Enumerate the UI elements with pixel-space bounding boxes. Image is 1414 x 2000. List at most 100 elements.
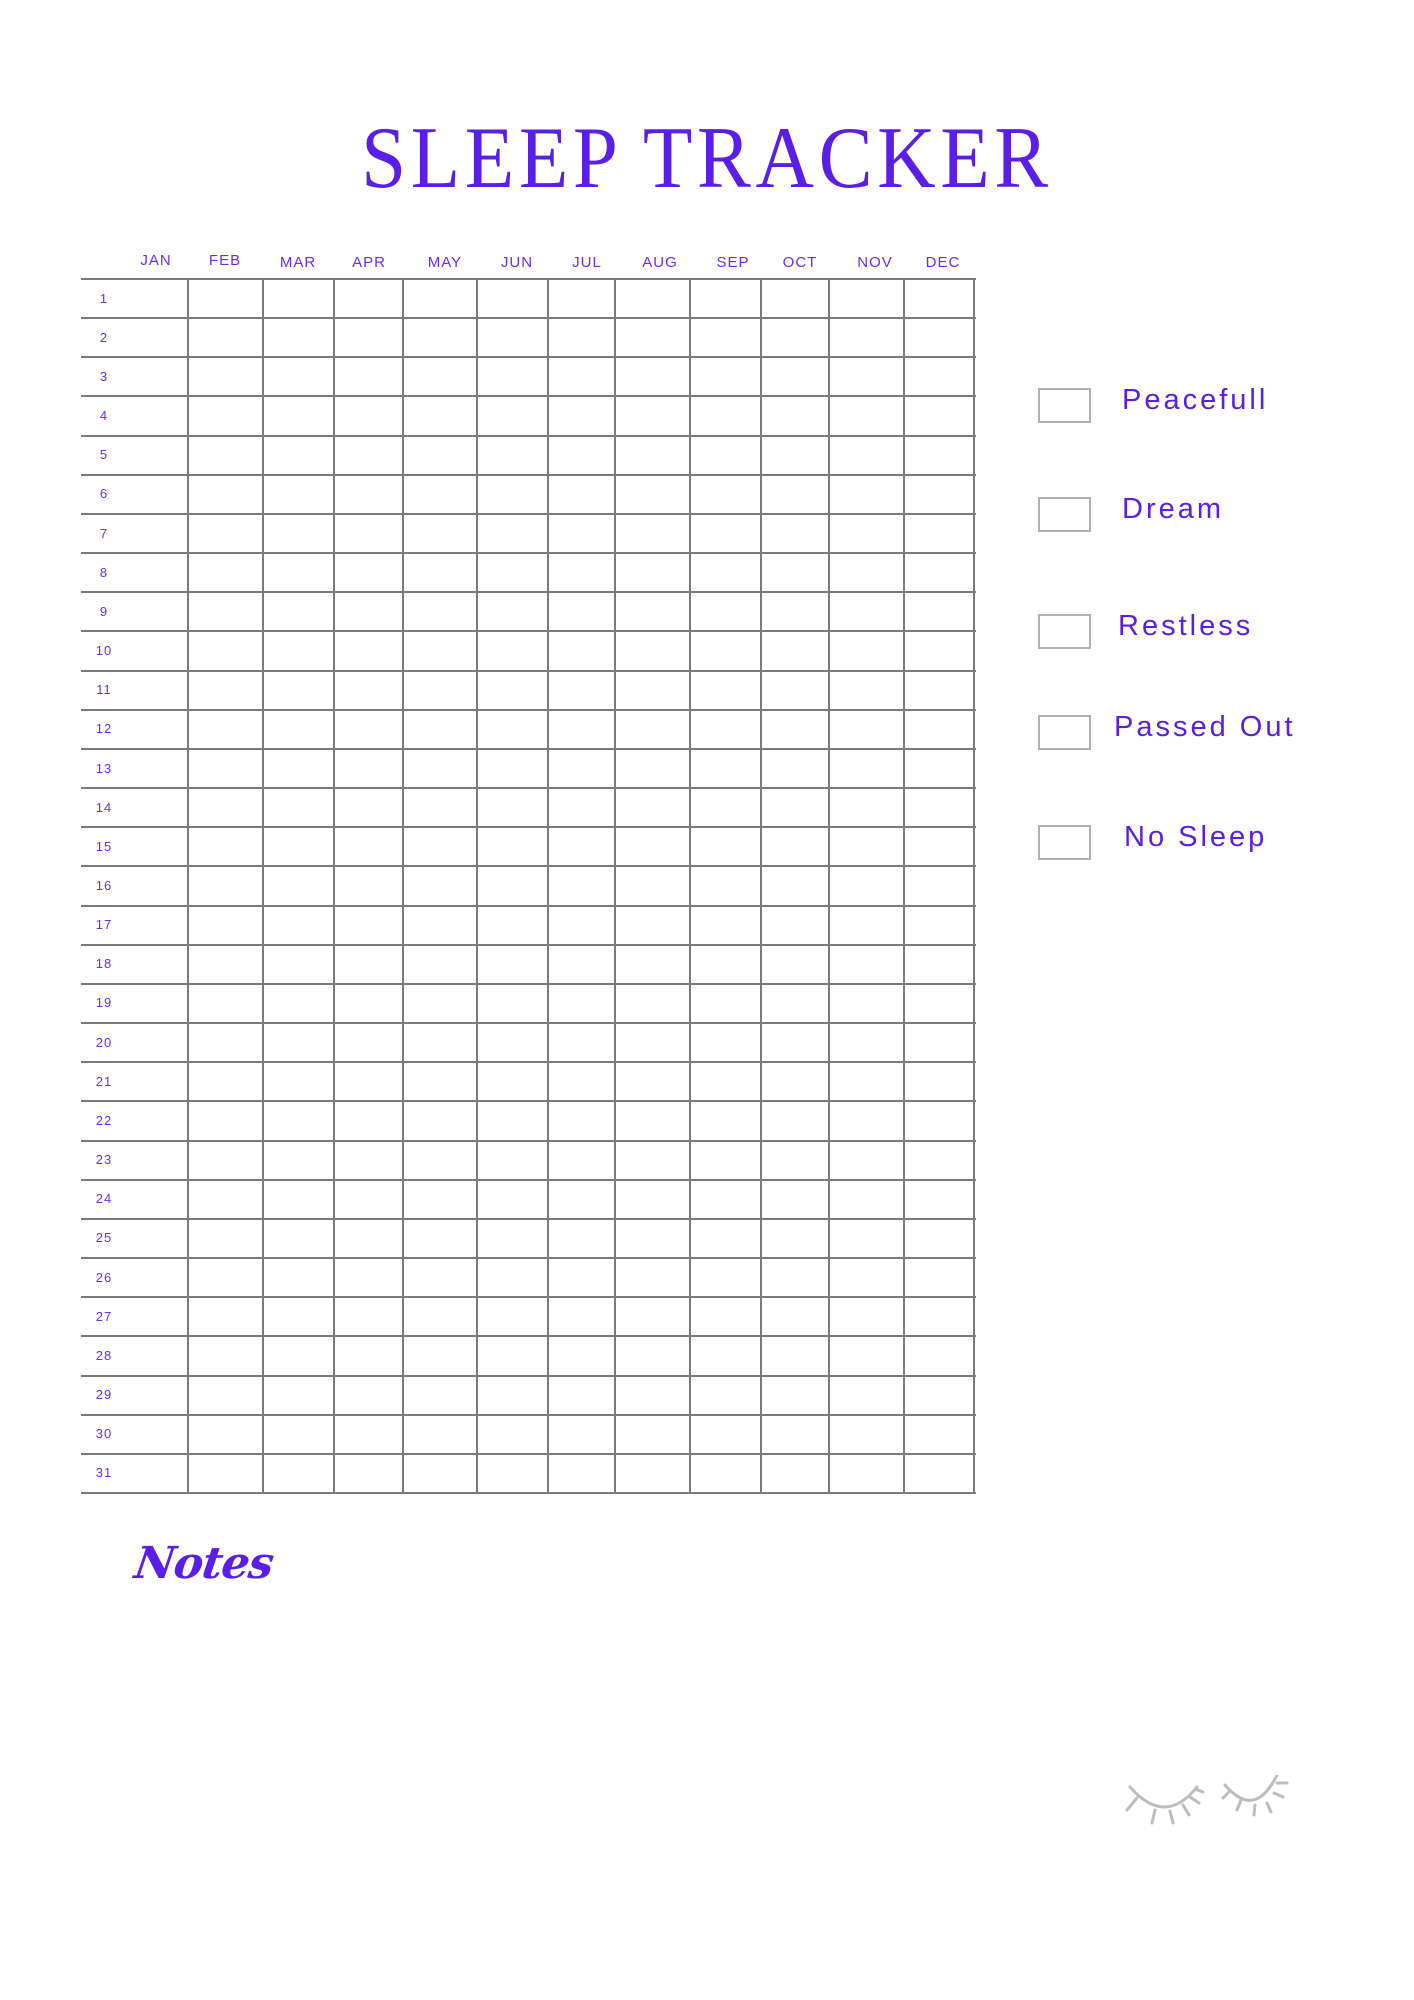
tracker-cell-sep-21[interactable] (762, 1063, 828, 1100)
tracker-cell-jun-8[interactable] (549, 554, 614, 591)
tracker-cell-sep-13[interactable] (762, 750, 828, 787)
tracker-cell-sep-15[interactable] (762, 828, 828, 865)
tracker-cell-apr-6[interactable] (404, 476, 476, 513)
tracker-cell-mar-16[interactable] (335, 867, 402, 904)
tracker-cell-jul-25[interactable] (616, 1220, 689, 1257)
tracker-cell-feb-28[interactable] (264, 1337, 333, 1374)
tracker-cell-feb-19[interactable] (264, 985, 333, 1022)
tracker-cell-jul-10[interactable] (616, 632, 689, 669)
tracker-cell-jul-19[interactable] (616, 985, 689, 1022)
tracker-cell-jan-6[interactable] (189, 476, 262, 513)
tracker-cell-jan-5[interactable] (189, 437, 262, 474)
tracker-cell-sep-16[interactable] (762, 867, 828, 904)
tracker-cell-jun-30[interactable] (549, 1416, 614, 1453)
legend-checkbox[interactable] (1038, 715, 1091, 750)
tracker-cell-oct-19[interactable] (830, 985, 903, 1022)
tracker-cell-oct-18[interactable] (830, 946, 903, 983)
tracker-cell-sep-28[interactable] (762, 1337, 828, 1374)
tracker-cell-sep-24[interactable] (762, 1181, 828, 1218)
tracker-cell-jun-15[interactable] (549, 828, 614, 865)
tracker-cell-may-17[interactable] (478, 907, 547, 944)
tracker-cell-feb-5[interactable] (264, 437, 333, 474)
legend-checkbox[interactable] (1038, 497, 1091, 532)
tracker-cell-jan-31[interactable] (189, 1455, 262, 1492)
tracker-cell-jun-29[interactable] (549, 1377, 614, 1414)
tracker-cell-feb-3[interactable] (264, 358, 333, 395)
tracker-cell-nov-31[interactable] (905, 1455, 973, 1492)
tracker-cell-apr-9[interactable] (404, 593, 476, 630)
tracker-cell-feb-2[interactable] (264, 319, 333, 356)
tracker-cell-mar-12[interactable] (335, 711, 402, 748)
tracker-cell-nov-9[interactable] (905, 593, 973, 630)
tracker-cell-feb-9[interactable] (264, 593, 333, 630)
tracker-cell-may-20[interactable] (478, 1024, 547, 1061)
tracker-cell-feb-10[interactable] (264, 632, 333, 669)
tracker-cell-may-24[interactable] (478, 1181, 547, 1218)
tracker-cell-jul-28[interactable] (616, 1337, 689, 1374)
tracker-cell-may-14[interactable] (478, 789, 547, 826)
tracker-cell-oct-5[interactable] (830, 437, 903, 474)
tracker-cell-oct-16[interactable] (830, 867, 903, 904)
tracker-cell-jan-17[interactable] (189, 907, 262, 944)
tracker-cell-apr-18[interactable] (404, 946, 476, 983)
tracker-cell-feb-6[interactable] (264, 476, 333, 513)
tracker-cell-apr-31[interactable] (404, 1455, 476, 1492)
tracker-cell-may-16[interactable] (478, 867, 547, 904)
tracker-cell-nov-16[interactable] (905, 867, 973, 904)
tracker-cell-oct-12[interactable] (830, 711, 903, 748)
tracker-cell-nov-15[interactable] (905, 828, 973, 865)
tracker-cell-jan-16[interactable] (189, 867, 262, 904)
tracker-cell-sep-10[interactable] (762, 632, 828, 669)
tracker-cell-aug-5[interactable] (691, 437, 760, 474)
tracker-cell-jul-16[interactable] (616, 867, 689, 904)
tracker-cell-jul-17[interactable] (616, 907, 689, 944)
tracker-cell-nov-3[interactable] (905, 358, 973, 395)
tracker-cell-mar-21[interactable] (335, 1063, 402, 1100)
tracker-cell-aug-18[interactable] (691, 946, 760, 983)
tracker-cell-nov-10[interactable] (905, 632, 973, 669)
tracker-cell-apr-19[interactable] (404, 985, 476, 1022)
tracker-cell-jun-28[interactable] (549, 1337, 614, 1374)
tracker-cell-feb-8[interactable] (264, 554, 333, 591)
tracker-cell-sep-18[interactable] (762, 946, 828, 983)
tracker-cell-apr-16[interactable] (404, 867, 476, 904)
tracker-cell-jan-4[interactable] (189, 397, 262, 434)
tracker-cell-jun-9[interactable] (549, 593, 614, 630)
tracker-cell-aug-29[interactable] (691, 1377, 760, 1414)
tracker-cell-nov-25[interactable] (905, 1220, 973, 1257)
tracker-cell-nov-29[interactable] (905, 1377, 973, 1414)
tracker-cell-oct-2[interactable] (830, 319, 903, 356)
tracker-cell-mar-4[interactable] (335, 397, 402, 434)
tracker-cell-jun-16[interactable] (549, 867, 614, 904)
tracker-cell-apr-7[interactable] (404, 515, 476, 552)
tracker-cell-mar-26[interactable] (335, 1259, 402, 1296)
tracker-cell-nov-1[interactable] (905, 280, 973, 317)
tracker-cell-jan-1[interactable] (189, 280, 262, 317)
tracker-cell-mar-24[interactable] (335, 1181, 402, 1218)
tracker-cell-oct-29[interactable] (830, 1377, 903, 1414)
tracker-cell-oct-3[interactable] (830, 358, 903, 395)
tracker-cell-jan-3[interactable] (189, 358, 262, 395)
tracker-cell-jan-20[interactable] (189, 1024, 262, 1061)
tracker-cell-jan-15[interactable] (189, 828, 262, 865)
tracker-cell-jan-8[interactable] (189, 554, 262, 591)
tracker-cell-nov-8[interactable] (905, 554, 973, 591)
tracker-cell-apr-13[interactable] (404, 750, 476, 787)
tracker-cell-may-10[interactable] (478, 632, 547, 669)
tracker-cell-feb-22[interactable] (264, 1102, 333, 1139)
tracker-cell-jul-1[interactable] (616, 280, 689, 317)
tracker-cell-aug-28[interactable] (691, 1337, 760, 1374)
tracker-cell-aug-20[interactable] (691, 1024, 760, 1061)
tracker-cell-aug-25[interactable] (691, 1220, 760, 1257)
tracker-cell-nov-12[interactable] (905, 711, 973, 748)
tracker-cell-jan-30[interactable] (189, 1416, 262, 1453)
tracker-cell-feb-13[interactable] (264, 750, 333, 787)
tracker-cell-mar-13[interactable] (335, 750, 402, 787)
tracker-cell-feb-27[interactable] (264, 1298, 333, 1335)
tracker-cell-aug-8[interactable] (691, 554, 760, 591)
tracker-cell-may-19[interactable] (478, 985, 547, 1022)
tracker-cell-jul-7[interactable] (616, 515, 689, 552)
tracker-cell-jul-5[interactable] (616, 437, 689, 474)
tracker-cell-sep-14[interactable] (762, 789, 828, 826)
tracker-cell-sep-30[interactable] (762, 1416, 828, 1453)
